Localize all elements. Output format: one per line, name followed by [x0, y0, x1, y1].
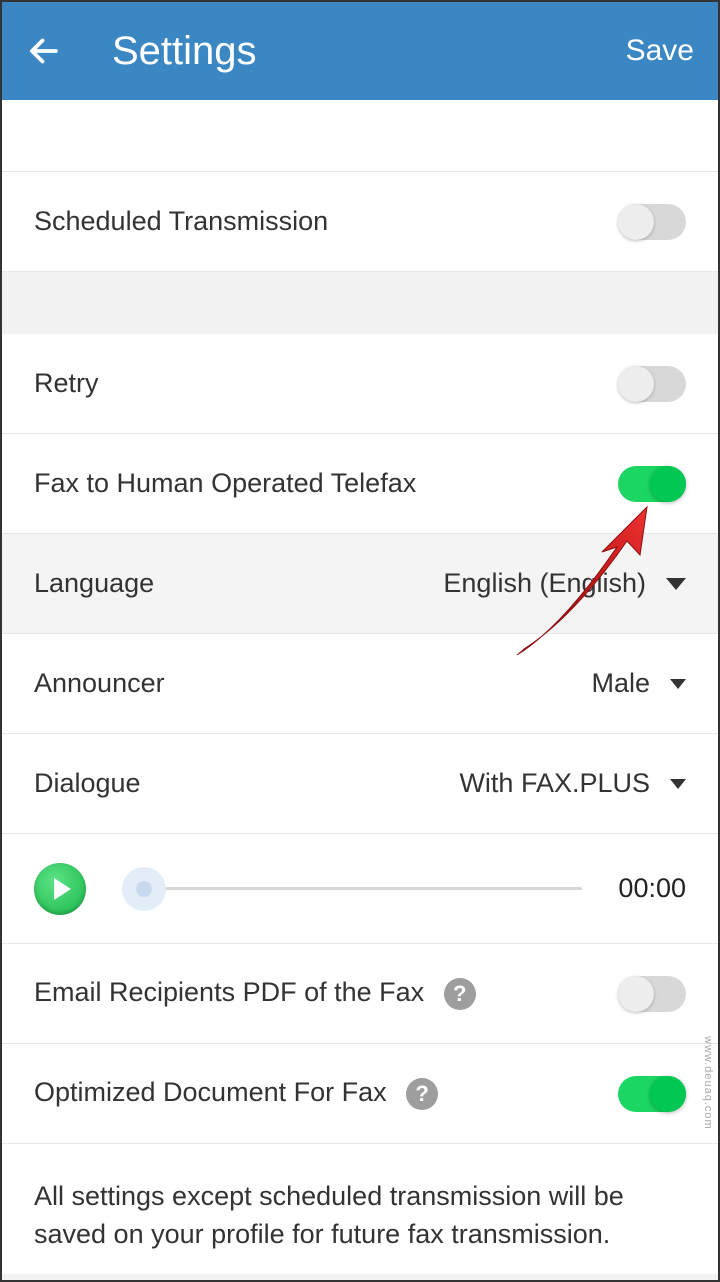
optimize-row[interactable]: Optimized Document For Fax ?	[2, 1044, 718, 1144]
fax-human-toggle[interactable]	[618, 466, 686, 502]
dialogue-label: Dialogue	[34, 768, 459, 799]
fax-human-label: Fax to Human Operated Telefax	[34, 468, 618, 499]
fax-human-row[interactable]: Fax to Human Operated Telefax	[2, 434, 718, 534]
chevron-down-icon	[666, 578, 686, 590]
chevron-down-icon	[670, 679, 686, 689]
language-value: English (English)	[443, 568, 646, 599]
dialogue-value: With FAX.PLUS	[459, 768, 650, 799]
audio-slider[interactable]	[128, 869, 582, 909]
help-icon[interactable]: ?	[406, 1078, 438, 1110]
scheduled-transmission-toggle[interactable]	[618, 204, 686, 240]
language-row[interactable]: Language English (English)	[2, 534, 718, 634]
email-pdf-row[interactable]: Email Recipients PDF of the Fax ?	[2, 944, 718, 1044]
slider-thumb[interactable]	[122, 867, 166, 911]
app-header: Settings Save	[2, 2, 718, 100]
play-button[interactable]	[34, 863, 86, 915]
watermark: www.deuaq.com	[702, 1036, 714, 1130]
email-pdf-toggle[interactable]	[618, 976, 686, 1012]
scheduled-transmission-row[interactable]: Scheduled Transmission	[2, 172, 718, 272]
audio-preview-row: 00:00	[2, 834, 718, 944]
help-icon[interactable]: ?	[444, 978, 476, 1010]
optimize-label: Optimized Document For Fax ?	[34, 1077, 618, 1110]
retry-row[interactable]: Retry	[2, 334, 718, 434]
email-pdf-label: Email Recipients PDF of the Fax ?	[34, 977, 618, 1010]
slider-track	[128, 887, 582, 890]
chevron-down-icon	[670, 779, 686, 789]
email-pdf-text: Email Recipients PDF of the Fax	[34, 977, 424, 1007]
retry-label: Retry	[34, 368, 618, 399]
language-label: Language	[34, 568, 443, 599]
section-gap	[2, 272, 718, 334]
announcer-label: Announcer	[34, 668, 591, 699]
announcer-row[interactable]: Announcer Male	[2, 634, 718, 734]
optimize-text: Optimized Document For Fax	[34, 1077, 387, 1107]
footer-note: All settings except scheduled transmissi…	[2, 1144, 718, 1274]
page-title: Settings	[112, 29, 626, 74]
optimize-toggle[interactable]	[618, 1076, 686, 1112]
retry-toggle[interactable]	[618, 366, 686, 402]
save-button[interactable]: Save	[626, 34, 694, 68]
scheduled-transmission-label: Scheduled Transmission	[34, 206, 618, 237]
audio-time: 00:00	[618, 873, 686, 904]
announcer-value: Male	[591, 668, 650, 699]
spacer-top	[2, 100, 718, 172]
back-arrow-icon[interactable]	[26, 33, 62, 69]
dialogue-row[interactable]: Dialogue With FAX.PLUS	[2, 734, 718, 834]
